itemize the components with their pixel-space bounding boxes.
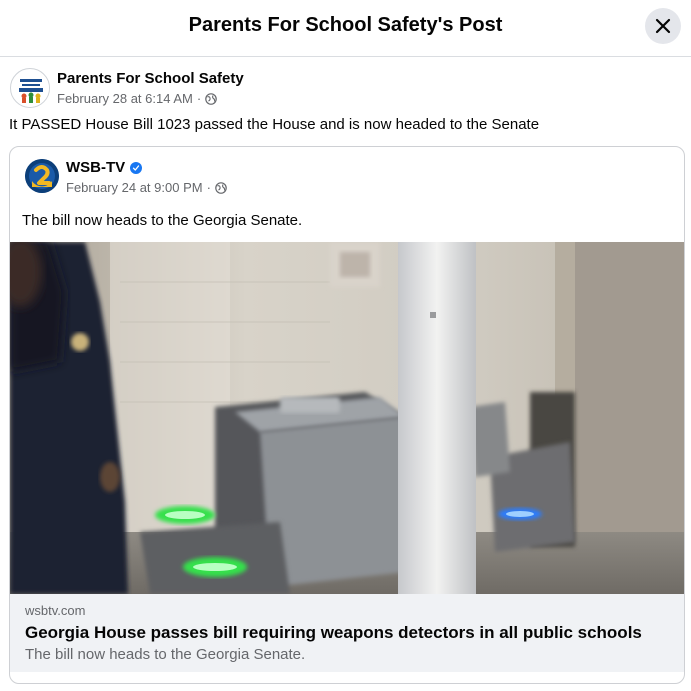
weapons-detector-photo	[10, 242, 684, 594]
article-photo[interactable]	[10, 242, 684, 594]
link-title[interactable]: Georgia House passes bill requiring weap…	[25, 623, 642, 643]
shared-author[interactable]: WSB-TV	[66, 159, 143, 176]
globe-icon	[215, 181, 227, 194]
shared-timestamp[interactable]: February 24 at 9:00 PM	[66, 180, 203, 195]
dialog-title: Parents For School Safety's Post	[188, 14, 503, 36]
meta-separator: ·	[196, 91, 202, 106]
shared-author-name[interactable]: WSB-TV	[66, 159, 125, 176]
link-preview[interactable]: wsbtv.com Georgia House passes bill requ…	[10, 594, 684, 672]
link-domain: wsbtv.com	[25, 603, 86, 618]
post-timestamp[interactable]: February 28 at 6:14 AM	[57, 91, 193, 106]
post-meta: February 28 at 6:14 AM ·	[57, 91, 218, 106]
verified-badge-icon	[130, 161, 143, 174]
post-body-text: It PASSED House Bill 1023 passed the Hou…	[9, 116, 540, 133]
school-safety-logo-icon	[12, 70, 49, 107]
close-button[interactable]	[645, 8, 681, 44]
page-avatar[interactable]	[10, 68, 50, 108]
post-author-name[interactable]: Parents For School Safety	[57, 70, 244, 87]
dialog-header: Parents For School Safety's Post	[0, 0, 691, 57]
wsb-avatar[interactable]	[25, 159, 59, 193]
close-icon	[655, 18, 671, 34]
wsb-logo-icon	[25, 159, 59, 193]
meta-separator: ·	[206, 180, 211, 195]
shared-post-card[interactable]: WSB-TV February 24 at 9:00 PM · The bill…	[9, 146, 685, 684]
link-description: The bill now heads to the Georgia Senate…	[25, 646, 306, 663]
shared-post-text: The bill now heads to the Georgia Senate…	[22, 212, 303, 229]
shared-post-meta: February 24 at 9:00 PM ·	[66, 180, 227, 195]
globe-icon	[205, 92, 218, 105]
